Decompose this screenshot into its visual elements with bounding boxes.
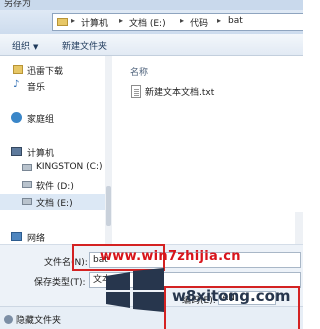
scrollbar-thumb[interactable]	[106, 186, 111, 226]
content-scrollbar[interactable]	[295, 212, 303, 244]
nav-item-label: 家庭组	[27, 115, 55, 125]
nav-item-label: 迅雷下载	[27, 67, 64, 77]
nav-item-thunder-download[interactable]: 迅雷下载	[0, 62, 105, 78]
organize-label: 组织	[12, 42, 31, 52]
music-icon: ♪	[13, 79, 20, 90]
chevron-right-icon[interactable]: ▸	[180, 16, 184, 25]
chevron-right-icon[interactable]: ▸	[71, 16, 75, 25]
savetype-label: 保存类型(T):	[34, 278, 86, 288]
nav-item-computer[interactable]: 计算机	[0, 144, 105, 160]
download-folder-icon	[13, 65, 23, 74]
hide-folders-label: 隐藏文件夹	[16, 316, 62, 326]
nav-item-label: KINGSTON (C:)	[36, 162, 103, 172]
nav-item-label: 软件 (D:)	[36, 182, 74, 192]
chevron-right-icon[interactable]: ▸	[119, 16, 123, 25]
breadcrumb-computer[interactable]: 计算机	[81, 16, 108, 29]
toolbar: 组织 ▼ 新建文件夹	[0, 34, 303, 56]
file-name: 新建文本文档.txt	[145, 88, 215, 98]
chevron-right-icon[interactable]: ▸	[217, 16, 221, 25]
nav-item-network[interactable]: 网络	[0, 229, 105, 245]
nav-item-drive-c[interactable]: KINGSTON (C:)	[0, 160, 105, 176]
watermark-win7zhijia: www.win7zhijia.cn	[100, 249, 241, 264]
network-icon	[11, 232, 22, 241]
title-bar: 另存为	[0, 0, 303, 10]
watermark-w8xitong: w8xitong.com	[172, 287, 291, 305]
column-header-name[interactable]: 名称	[130, 65, 148, 78]
windows-logo-icon	[106, 268, 164, 312]
nav-item-drive-e[interactable]: 文档 (E:)	[0, 194, 105, 210]
hide-folders-button[interactable]: 隐藏文件夹	[4, 313, 61, 326]
nav-item-label: 计算机	[27, 149, 55, 159]
nav-item-homegroup[interactable]: 家庭组	[0, 110, 105, 126]
new-folder-button[interactable]: 新建文件夹	[62, 39, 107, 52]
address-bar-area: ▸ 计算机 ▸ 文档 (E:) ▸ 代码 ▸ bat	[0, 10, 303, 34]
window-title: 另存为	[4, 0, 32, 9]
nav-item-label: 文档 (E:)	[36, 199, 73, 209]
breadcrumb-drive-e[interactable]: 文档 (E:)	[129, 16, 166, 29]
file-list: 名称 新建文本文档.txt	[113, 56, 303, 244]
collapse-icon	[4, 315, 13, 324]
breadcrumb-code[interactable]: 代码	[190, 16, 208, 29]
chevron-down-icon: ▼	[33, 43, 39, 51]
nav-item-drive-d[interactable]: 软件 (D:)	[0, 177, 105, 193]
organize-button[interactable]: 组织 ▼	[12, 39, 38, 52]
computer-icon	[11, 147, 22, 156]
drive-icon	[22, 181, 32, 188]
nav-item-label: 音乐	[27, 83, 46, 93]
folder-icon	[57, 18, 68, 26]
address-bar[interactable]: ▸ 计算机 ▸ 文档 (E:) ▸ 代码 ▸ bat	[52, 13, 303, 31]
homegroup-icon	[11, 112, 22, 123]
text-file-icon	[131, 85, 141, 98]
breadcrumb-bat[interactable]: bat	[228, 16, 243, 26]
drive-icon	[22, 198, 32, 205]
drive-icon	[22, 164, 32, 171]
nav-item-music[interactable]: ♪ 音乐	[0, 78, 105, 94]
nav-item-label: 网络	[27, 234, 46, 244]
